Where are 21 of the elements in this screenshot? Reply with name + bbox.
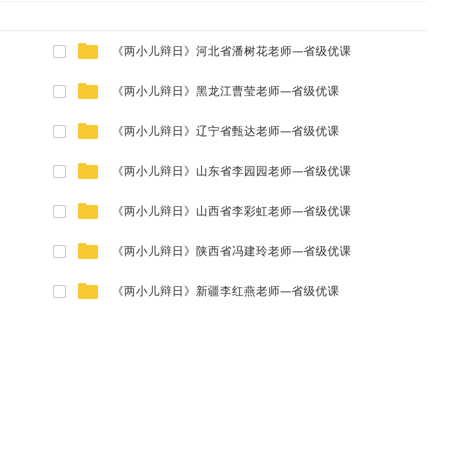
folder-icon <box>78 83 98 99</box>
checkbox[interactable] <box>53 124 66 138</box>
checkbox[interactable] <box>53 44 66 58</box>
checkbox[interactable] <box>53 84 66 98</box>
file-name[interactable]: 《两小儿辩日》陕西省冯建玲老师—省级优课 <box>112 244 352 258</box>
folder-icon <box>78 243 98 259</box>
folder-icon <box>78 43 98 59</box>
checkbox[interactable] <box>53 164 66 178</box>
file-name[interactable]: 《两小儿辩日》河北省潘树花老师—省级优课 <box>112 44 352 58</box>
checkbox[interactable] <box>53 244 66 258</box>
file-name[interactable]: 《两小儿辩日》山西省李彩虹老师—省级优课 <box>112 204 352 218</box>
folder-icon <box>78 283 98 299</box>
file-name[interactable]: 《两小儿辩日》新疆李红燕老师—省级优课 <box>112 284 340 298</box>
file-name[interactable]: 《两小儿辩日》黑龙江曹莹老师—省级优课 <box>112 84 340 98</box>
file-name[interactable]: 《两小儿辩日》辽宁省甄达老师—省级优课 <box>112 124 340 138</box>
checkbox[interactable] <box>53 204 66 218</box>
checkbox[interactable] <box>53 284 66 298</box>
folder-icon <box>78 163 98 179</box>
folder-icon <box>78 203 98 219</box>
file-name[interactable]: 《两小儿辩日》山东省李园园老师—省级优课 <box>112 164 352 178</box>
folder-icon <box>78 123 98 139</box>
